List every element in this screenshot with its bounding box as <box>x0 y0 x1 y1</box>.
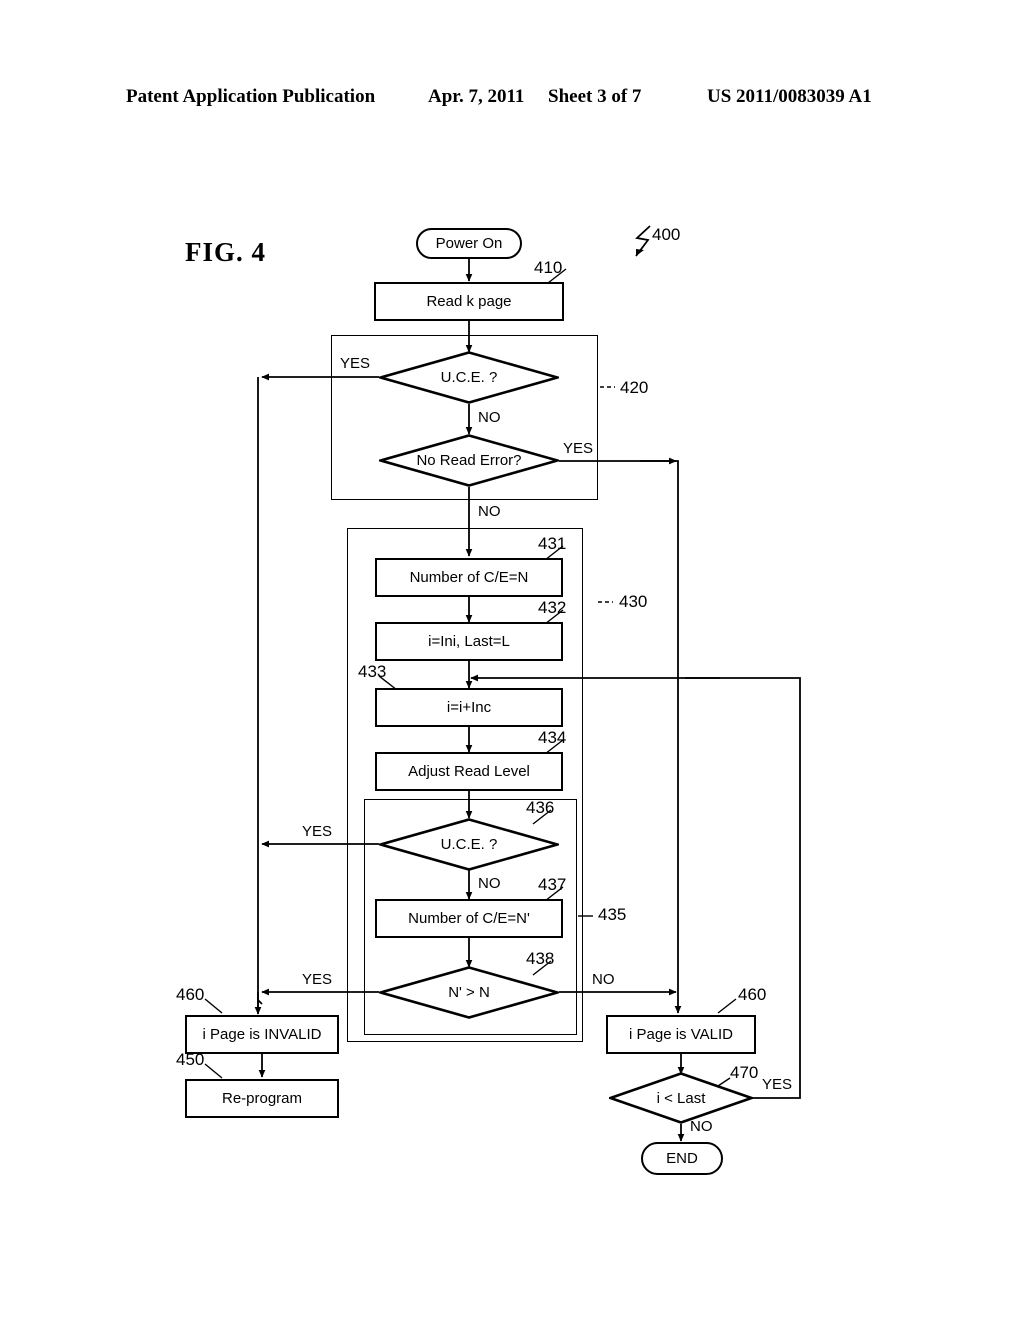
ref-410: 410 <box>534 258 563 277</box>
node-reprogram[interactable]: Re-program <box>185 1079 339 1118</box>
figure-caption: FIG. 4 <box>185 237 267 267</box>
edge-label-last-no: NO <box>690 1118 713 1135</box>
ref-400: 400 <box>652 225 681 244</box>
header-patent-number: US 2011/0083039 A1 <box>707 86 872 107</box>
node-adjust-read-level[interactable]: Adjust Read Level <box>375 752 563 791</box>
ref-436: 436 <box>526 798 555 817</box>
header-date: Apr. 7, 2011 <box>428 86 525 107</box>
ref-432: 432 <box>538 598 567 617</box>
ref-431: 431 <box>538 534 567 553</box>
ref-433: 433 <box>358 662 387 681</box>
node-power-on-label: Power On <box>435 235 503 252</box>
node-number-ce-nprime[interactable]: Number of C/E=N' <box>375 899 563 938</box>
node-uce-2[interactable]: U.C.E. ? <box>379 818 559 871</box>
node-page-valid[interactable]: i Page is VALID <box>606 1015 756 1054</box>
edge-label-ncmp-yes: YES <box>302 971 333 988</box>
ref-437: 437 <box>538 875 567 894</box>
node-init-label: i=Ini, Last=L <box>428 633 510 650</box>
ref-420: 420 <box>620 378 649 397</box>
edge-label-uce1-yes: YES <box>340 355 371 372</box>
node-no-read-error-label: No Read Error? <box>416 452 522 469</box>
node-end[interactable]: END <box>641 1142 723 1175</box>
node-uce-1-label: U.C.E. ? <box>440 369 498 386</box>
node-adjust-read-level-label: Adjust Read Level <box>408 763 530 780</box>
node-power-on[interactable]: Power On <box>416 228 522 259</box>
node-page-invalid[interactable]: i Page is INVALID <box>185 1015 339 1054</box>
node-uce-2-label: U.C.E. ? <box>440 836 498 853</box>
ref-430: 430 <box>619 592 648 611</box>
edge-label-ncmp-no: NO <box>592 971 615 988</box>
edge-label-last-yes: YES <box>762 1076 793 1093</box>
node-init[interactable]: i=Ini, Last=L <box>375 622 563 661</box>
node-number-ce-n-label: Number of C/E=N <box>409 569 529 586</box>
patent-figure-page: Patent Application Publication Apr. 7, 2… <box>0 0 1024 1320</box>
node-read-k-page[interactable]: Read k page <box>374 282 564 321</box>
node-number-ce-nprime-label: Number of C/E=N' <box>408 910 530 927</box>
ref-438: 438 <box>526 949 555 968</box>
node-page-invalid-label: i Page is INVALID <box>202 1026 322 1043</box>
ref-450: 450 <box>176 1050 205 1069</box>
page-header: Patent Application Publication Apr. 7, 2… <box>0 86 1024 112</box>
edge-label-uce2-no: NO <box>478 875 501 892</box>
node-page-valid-label: i Page is VALID <box>629 1026 733 1043</box>
edge-label-uce1-no: NO <box>478 409 501 426</box>
node-end-label: END <box>666 1150 698 1167</box>
node-n-compare-label: N' > N <box>448 984 490 1001</box>
ref-460-right: 460 <box>738 985 767 1004</box>
node-uce-1[interactable]: U.C.E. ? <box>379 351 559 404</box>
edge-label-nre-yes: YES <box>563 440 594 457</box>
ref-460-left: 460 <box>176 985 205 1004</box>
ref-470: 470 <box>730 1063 759 1082</box>
header-publication: Patent Application Publication <box>126 86 376 107</box>
node-reprogram-label: Re-program <box>221 1090 303 1107</box>
node-number-ce-n[interactable]: Number of C/E=N <box>375 558 563 597</box>
edge-label-uce2-yes: YES <box>302 823 333 840</box>
node-increment-label: i=i+Inc <box>446 699 492 716</box>
node-read-k-page-label: Read k page <box>426 293 512 310</box>
ref-435: 435 <box>598 905 627 924</box>
node-n-compare[interactable]: N' > N <box>379 966 559 1019</box>
node-increment[interactable]: i=i+Inc <box>375 688 563 727</box>
ref-434: 434 <box>538 728 567 747</box>
node-no-read-error[interactable]: No Read Error? <box>379 434 559 487</box>
edge-label-nre-no: NO <box>478 503 501 520</box>
header-sheet: Sheet 3 of 7 <box>548 86 642 107</box>
